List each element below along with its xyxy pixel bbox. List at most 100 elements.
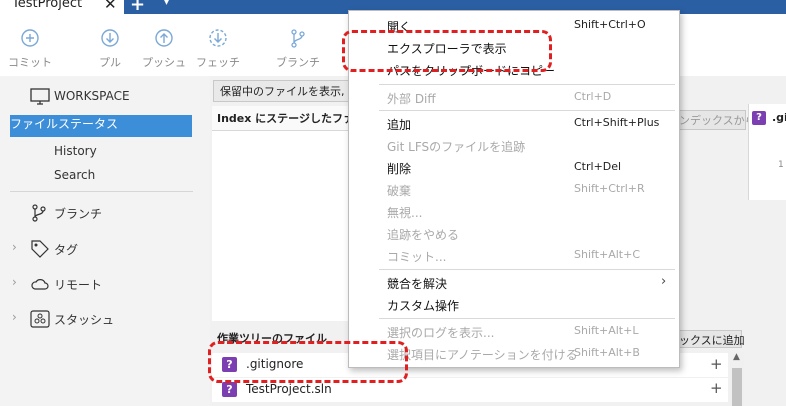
untracked-badge-icon: ? xyxy=(752,111,766,125)
menu-item-log-selected: 選択のログを表示... Shift+Alt+L xyxy=(349,321,679,343)
pull-button[interactable]: プル xyxy=(80,28,140,70)
sidebar-item-history[interactable]: History xyxy=(0,141,210,163)
push-label: プッシュ xyxy=(142,56,186,69)
workspace-label: WORKSPACE xyxy=(54,89,130,103)
remove-from-index-button[interactable]: ンデックスから除く xyxy=(676,110,778,130)
menu-item-label: 外部 Diff xyxy=(387,92,436,106)
file-list-scrollbar[interactable]: ▲ xyxy=(730,352,744,406)
menu-item-shortcut: Shift+Alt+B xyxy=(574,346,640,359)
menu-separator xyxy=(379,84,675,85)
new-tab-icon[interactable]: + xyxy=(130,0,145,15)
menu-item-remove[interactable]: 削除 Ctrl+Del xyxy=(349,157,679,179)
chevron-up-icon[interactable]: ▲ xyxy=(733,352,740,362)
index-file-list[interactable] xyxy=(212,131,352,321)
menu-item-ignore: 無視... xyxy=(349,201,679,223)
chevron-right-icon[interactable]: › xyxy=(12,310,17,324)
untracked-badge-icon: ? xyxy=(222,382,237,397)
push-button[interactable]: プッシュ xyxy=(134,28,194,70)
menu-item-stop-tracking: 追跡をやめる xyxy=(349,223,679,245)
tag-icon xyxy=(31,240,49,258)
add-to-index-button[interactable]: ックスに追加 xyxy=(676,330,745,348)
stage-file-plus-icon[interactable]: + xyxy=(710,355,723,373)
menu-item-label: 無視... xyxy=(387,206,423,220)
highlight-show-in-explorer xyxy=(342,30,552,72)
menu-item-shortcut: Shift+Ctrl+O xyxy=(574,18,646,31)
menu-separator xyxy=(379,110,675,111)
file-filter-label: 保留中のファイルを表示, フ xyxy=(220,85,359,98)
branches-label: ブランチ xyxy=(54,207,103,221)
tab-testproject[interactable]: TestProject ✕ xyxy=(0,0,124,14)
file-filter-dropdown[interactable]: 保留中のファイルを表示, フ xyxy=(213,80,359,102)
fetch-icon xyxy=(209,29,227,47)
menu-separator xyxy=(379,318,675,319)
tags-label: タグ xyxy=(54,243,79,257)
menu-item-shortcut: Ctrl+Shift+Plus xyxy=(574,116,660,129)
monitor-icon xyxy=(30,88,50,105)
menu-item-label: Git LFSのファイルを追跡 xyxy=(387,140,526,154)
menu-item-shortcut: Ctrl+Del xyxy=(574,160,622,173)
branch-label: ブランチ xyxy=(276,56,320,69)
scrollbar-thumb[interactable] xyxy=(732,368,742,406)
menu-item-label: 競合を解決 xyxy=(387,277,448,291)
branch-icon xyxy=(32,204,46,222)
stashes-label: スタッシュ xyxy=(54,313,115,327)
menu-item-shortcut: Ctrl+D xyxy=(574,90,612,103)
chevron-right-icon[interactable]: › xyxy=(12,240,17,254)
menu-item-label: 選択項目にアノテーションを付ける xyxy=(387,348,578,362)
menu-item-label: 削除 xyxy=(387,162,412,176)
diff-file-name: .gi xyxy=(772,111,786,124)
menu-item-custom-actions[interactable]: カスタム操作 xyxy=(349,294,679,316)
fetch-label: フェッチ xyxy=(196,56,240,69)
menu-item-resolve-conflicts[interactable]: 競合を解決 › xyxy=(349,272,679,294)
diff-line-number: 1 xyxy=(778,160,784,170)
menu-item-label: コミット... xyxy=(387,250,447,264)
pull-icon xyxy=(101,29,119,47)
fetch-button[interactable]: フェッチ xyxy=(188,28,248,70)
chevron-right-icon: › xyxy=(661,274,667,289)
commit-icon xyxy=(21,29,39,47)
close-tab-icon[interactable]: ✕ xyxy=(104,0,117,13)
file-status-label: ファイルステータス xyxy=(10,117,119,131)
sidebar-item-tags[interactable]: › タグ xyxy=(0,238,210,260)
sidebar-item-remotes[interactable]: › リモート xyxy=(0,273,210,295)
cloud-icon xyxy=(31,279,49,290)
sidebar-item-stashes[interactable]: › スタッシュ xyxy=(0,308,210,330)
pull-label: プル xyxy=(99,56,121,69)
commit-button[interactable]: コミット xyxy=(0,28,60,70)
branch-icon xyxy=(291,29,305,48)
menu-item-label: 選択のログを表示... xyxy=(387,326,495,340)
sidebar-item-file-status[interactable]: ファイルステータス xyxy=(10,115,192,137)
history-label: History xyxy=(54,144,97,158)
sidebar-workspace: WORKSPACE xyxy=(0,86,210,108)
branch-button[interactable]: ブランチ xyxy=(268,28,328,70)
menu-item-commit: コミット... Shift+Alt+C xyxy=(349,245,679,267)
menu-item-shortcut: Shift+Alt+C xyxy=(574,248,641,261)
sidebar-item-search[interactable]: Search xyxy=(0,165,210,187)
add-to-index-label: ックスに追加 xyxy=(679,334,745,347)
menu-item-label: 追加 xyxy=(387,118,412,132)
search-label: Search xyxy=(54,168,96,182)
highlight-gitignore xyxy=(208,341,408,383)
commit-label: コミット xyxy=(8,56,52,69)
menu-item-lfs-track: Git LFSのファイルを追跡 xyxy=(349,135,679,157)
menu-item-shortcut: Shift+Ctrl+R xyxy=(574,182,645,195)
stage-file-plus-icon[interactable]: + xyxy=(710,379,723,397)
menu-item-label: カスタム操作 xyxy=(387,299,460,313)
chevron-right-icon[interactable]: › xyxy=(12,275,17,289)
menu-item-external-diff: 外部 Diff Ctrl+D xyxy=(349,87,679,109)
tab-dropdown-icon[interactable]: ▾ xyxy=(164,0,169,8)
push-icon xyxy=(155,29,173,47)
menu-item-shortcut: Shift+Alt+L xyxy=(574,324,639,337)
menu-item-label: 破棄 xyxy=(387,184,412,198)
file-name: TestProject.sln xyxy=(246,382,332,396)
menu-separator xyxy=(379,269,675,270)
menu-item-label: 追跡をやめる xyxy=(387,228,460,242)
remotes-label: リモート xyxy=(54,278,103,292)
sidebar: WORKSPACE ファイルステータス History Search ブランチ … xyxy=(0,76,210,406)
sidebar-item-branches[interactable]: ブランチ xyxy=(0,202,210,224)
menu-item-add[interactable]: 追加 Ctrl+Shift+Plus xyxy=(349,113,679,135)
tab-title: TestProject xyxy=(12,0,83,11)
sidebar-divider xyxy=(10,191,193,192)
index-header: Index にステージしたファイル xyxy=(212,106,376,131)
menu-item-discard: 破棄 Shift+Ctrl+R xyxy=(349,179,679,201)
